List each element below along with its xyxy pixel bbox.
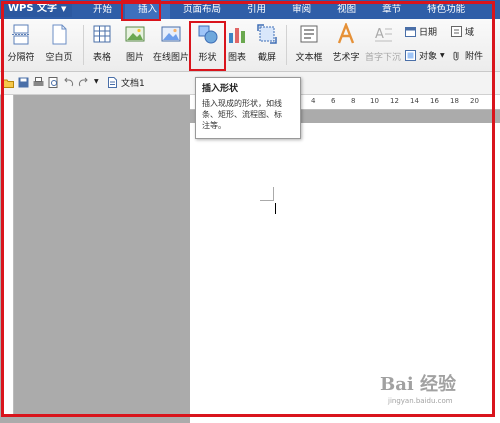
watermark-url: jingyan.baidu.com [388,397,453,405]
menu-section[interactable]: 章节 [369,0,414,19]
picture-icon [125,26,145,42]
ribbon-separator [83,25,84,65]
document-icon [108,77,117,88]
online-picture-button[interactable]: 在线图片 [153,23,189,67]
screenshot-label: 截屏 [257,53,276,63]
watermark-brand: Bai 经验 [380,374,456,395]
watermark: Bai 经验 jingyan.baidu.com [380,370,456,405]
blank-page-icon [52,24,67,45]
vertical-ruler [4,95,14,415]
ribbon-insert: 分隔符 空白页 表格 图片 在线图片 形状 图表 截屏 文本框 艺术字 A 首字… [0,19,500,72]
attachment-button[interactable]: 附件 [451,49,483,62]
date-label: 日期 [419,28,438,38]
textbox-icon [300,25,318,43]
margin-corner-mark [273,187,274,201]
tooltip-title: 插入形状 [202,84,239,94]
field-icon [451,26,462,37]
table-label: 表格 [92,53,111,63]
blank-page-button[interactable]: 空白页 [42,23,76,67]
tooltip-line: 条、矩形、流程图、标 [202,110,282,119]
attachment-label: 附件 [465,52,484,62]
document-tab[interactable]: 文档1 [107,76,145,89]
screenshot-icon [257,24,277,44]
object-label: 对象 [419,52,438,62]
menu-references[interactable]: 引用 [234,0,279,19]
table-button[interactable]: 表格 [88,23,116,67]
quick-toolbar-dropdown-icon[interactable]: ▼ [94,78,99,85]
insert-tab-highlight [121,0,161,21]
document-tab-label: 文档1 [121,79,145,89]
ruler-mark: 6 [331,97,336,105]
save-icon[interactable] [18,77,29,88]
ruler-mark: 14 [410,97,419,105]
menu-view[interactable]: 视图 [324,0,369,19]
dropcap-label: 首字下沉 [364,53,401,63]
wordart-icon [337,23,355,44]
online-picture-label: 在线图片 [153,53,190,63]
object-icon [405,50,416,61]
online-picture-icon [161,26,181,42]
field-button[interactable]: 域 [451,25,474,38]
text-cursor [275,203,276,214]
wordart-button[interactable]: 艺术字 [331,23,361,67]
page-break-icon [12,24,30,45]
object-button[interactable]: 对象 ▼ [405,49,445,62]
ruler-mark: 12 [390,97,399,105]
date-button[interactable]: 日期 [405,25,437,38]
menu-features[interactable]: 特色功能 [414,0,478,19]
menu-page-layout[interactable]: 页面布局 [170,0,234,19]
app-name: WPS 文字 [8,3,58,14]
menu-home[interactable]: 开始 [80,0,125,19]
menu-review[interactable]: 审阅 [279,0,324,19]
shape-button-highlight [189,21,226,71]
chart-label: 图表 [227,53,246,63]
ribbon-separator [286,25,287,65]
blank-page-label: 空白页 [45,53,73,63]
dropcap-button[interactable]: A 首字下沉 [364,23,402,67]
page-break-label: 分隔符 [7,53,35,63]
ruler-mark: 8 [351,97,356,105]
textbox-button[interactable]: 文本框 [290,23,328,67]
ruler-mark: 4 [311,97,316,105]
object-dropdown-icon: ▼ [440,52,445,59]
picture-label: 图片 [125,53,144,63]
dropcap-icon: A [375,27,392,42]
print-icon[interactable] [33,77,44,88]
ruler-mark: 18 [450,97,459,105]
ruler-mark: 16 [430,97,439,105]
title-bar: WPS 文字 ▼ 开始 插入 页面布局 引用 审阅 视图 章节 特色功能 [0,0,500,19]
table-icon [93,25,111,43]
textbox-label: 文本框 [295,53,323,63]
paperclip-icon [453,51,459,61]
wordart-label: 艺术字 [332,53,360,63]
calendar-icon [405,27,416,37]
chart-button[interactable]: 图表 [226,23,248,67]
screenshot-button[interactable]: 截屏 [252,23,282,67]
app-menu-button[interactable]: WPS 文字 ▼ [2,1,73,17]
undo-icon[interactable] [63,77,74,88]
open-folder-icon[interactable] [3,77,14,88]
tooltip-line: 插入现成的形状，如线 [202,99,282,108]
picture-button[interactable]: 图片 [120,23,150,67]
redo-icon[interactable] [78,77,89,88]
tooltip-body: 插入现成的形状，如线 条、矩形、流程图、标 注等。 [202,98,294,131]
svg-text:A: A [375,27,384,42]
margin-corner-mark [260,200,274,201]
app-menu-caret-icon: ▼ [61,5,67,13]
page-break-button[interactable]: 分隔符 [4,23,38,67]
tooltip-line: 注等。 [202,121,226,130]
ruler-mark: 10 [370,97,379,105]
field-label: 域 [465,28,475,38]
print-preview-icon[interactable] [48,77,59,88]
shape-tooltip: 插入形状 插入现成的形状，如线 条、矩形、流程图、标 注等。 [195,77,301,139]
chart-icon [229,28,245,43]
ruler-mark: 20 [470,97,479,105]
